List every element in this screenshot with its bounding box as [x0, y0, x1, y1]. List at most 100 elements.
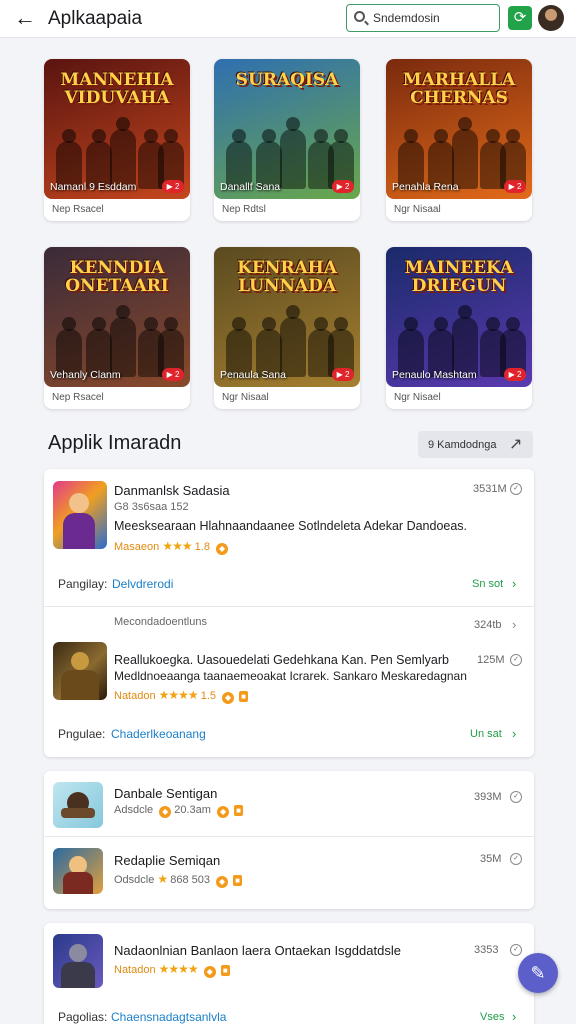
- app-rating: Masaeon ★★★ 1.8 ◆: [114, 539, 229, 555]
- info-icon[interactable]: ✓: [510, 483, 522, 495]
- action-link[interactable]: Vses: [480, 1011, 504, 1023]
- section-filter-label: 9 Kamdodnga: [428, 439, 497, 451]
- platform-value[interactable]: Chaderlkeoanang: [111, 727, 206, 741]
- character-figure: [110, 305, 136, 377]
- tag-icon: ■: [234, 805, 243, 816]
- avatar[interactable]: [538, 5, 564, 31]
- game-card[interactable]: MANNEHIA VIDUVAHA Namanl 9 Esddam ▶ 2 Nep R…: [44, 59, 190, 221]
- game-subtitle: Nep Rsacel: [52, 392, 104, 403]
- info-icon[interactable]: ✓: [510, 654, 522, 666]
- chevron-right-icon[interactable]: ›: [512, 726, 516, 741]
- action-link[interactable]: Sn sot: [472, 578, 503, 590]
- back-arrow-icon[interactable]: ←: [12, 6, 38, 32]
- app-name[interactable]: Redaplie Semiqan: [114, 853, 220, 868]
- app-icon[interactable]: [53, 642, 107, 700]
- arrow-icon: ↗: [509, 436, 523, 453]
- game-logo: SURAQISA: [235, 70, 339, 90]
- info-icon[interactable]: ✓: [510, 791, 522, 803]
- platform-label: Pngulae:: [58, 727, 106, 741]
- search-box[interactable]: [346, 4, 500, 32]
- chevron-right-icon[interactable]: ›: [512, 576, 516, 591]
- game-logo: KENNDIA ONETAARI: [65, 258, 169, 296]
- app-meta: G8 3s6saa 152: [114, 501, 189, 513]
- game-thumbnail[interactable]: KENNDIA ONETAARI Vehanly Clanm ▶ 2: [44, 247, 190, 387]
- game-thumbnail[interactable]: KENRAHA LUNNADA Penaula Sana ▶ 2: [214, 247, 360, 387]
- chevron-right-icon[interactable]: ›: [512, 617, 516, 632]
- chevron-right-icon[interactable]: ›: [512, 1009, 516, 1024]
- app-icon[interactable]: [53, 848, 103, 894]
- app-icon[interactable]: [53, 782, 103, 828]
- game-thumbnail[interactable]: SURAQISA Danallf Sana ▶ 2: [214, 59, 360, 199]
- app-description: Meesksearaan Hlahnaandaanee Sotlndeleta …: [114, 519, 468, 533]
- game-art: [394, 117, 526, 189]
- app-name[interactable]: Reallukoegka. Uasouedelati Gedehkana Kan…: [114, 653, 449, 667]
- app-icon[interactable]: [53, 934, 103, 988]
- play-button[interactable]: ▶ 2: [162, 368, 184, 381]
- game-art: [52, 117, 184, 189]
- badge-icon: ◆: [216, 876, 229, 888]
- info-icon[interactable]: ✓: [510, 853, 522, 865]
- search-icon: [354, 11, 365, 22]
- group-label: Mecondadoentluns: [114, 616, 207, 628]
- app-list-panel: Danbale Sentigan Adsdcle ◆ 20.3am ◆ ■ 39…: [44, 771, 534, 909]
- platform-value[interactable]: Delvdrerodi: [112, 577, 173, 591]
- search-input[interactable]: [373, 9, 495, 27]
- play-button[interactable]: ▶ 2: [504, 368, 526, 381]
- star-icon: ★: [157, 872, 168, 886]
- app-name[interactable]: Danmanlsk Sadasia: [114, 483, 230, 498]
- play-button[interactable]: ▶ 2: [332, 180, 354, 193]
- info-icon[interactable]: ✓: [510, 944, 522, 956]
- badge-icon: ◆: [217, 806, 230, 818]
- rating-source: Natadon: [114, 964, 156, 976]
- game-card[interactable]: KENNDIA ONETAARI Vehanly Clanm ▶ 2 Nep Rsac…: [44, 247, 190, 409]
- platform-label: Pangilay:: [58, 577, 108, 591]
- game-thumbnail[interactable]: MAINEEKA DRIEGUN Penaulo Mashtam ▶ 2: [386, 247, 532, 387]
- play-button[interactable]: ▶ 2: [332, 368, 354, 381]
- game-art: [222, 305, 354, 377]
- game-thumbnail[interactable]: MANNEHIA VIDUVAHA Namanl 9 Esddam ▶ 2: [44, 59, 190, 199]
- edit-icon[interactable]: ✎: [518, 953, 558, 993]
- play-button[interactable]: ▶ 2: [162, 180, 184, 193]
- app-size: 35M: [480, 853, 502, 865]
- badge-icon: ◆: [159, 806, 172, 818]
- section-title: Applik Imaradn: [48, 432, 182, 454]
- refresh-icon[interactable]: ⟳: [508, 6, 532, 30]
- app-size: 3531M: [473, 483, 507, 495]
- section-filter-button[interactable]: 9 Kamdodnga ↗: [418, 431, 533, 458]
- character-figure: [280, 305, 306, 377]
- app-size: 125M: [477, 654, 505, 666]
- star-rating-icon: ★★★: [162, 539, 192, 553]
- game-card[interactable]: MARHALLA CHERNAS Penahla Rena ▶ 2 Ngr Nisaa…: [386, 59, 532, 221]
- game-logo: MARHALLA CHERNAS: [402, 70, 516, 108]
- app-size: 393M: [474, 791, 502, 803]
- game-card[interactable]: SURAQISA Danallf Sana ▶ 2 Nep Rdtsl: [214, 59, 360, 221]
- game-card[interactable]: KENRAHA LUNNADA Penaula Sana ▶ 2 Ngr Nisaal: [214, 247, 360, 409]
- character-figure: [280, 117, 306, 189]
- play-button[interactable]: ▶ 2: [504, 180, 526, 193]
- page-title: Aplkaapaia: [48, 8, 143, 29]
- game-logo: MAINEEKA DRIEGUN: [404, 258, 514, 296]
- app-meta: Odsdcle ★ 868 503 ◆ ■: [114, 872, 242, 888]
- game-subtitle: Nep Rsacel: [52, 204, 104, 215]
- app-rating: Natadon ★★★★ ◆ ■: [114, 962, 230, 978]
- rating-value: 1.5: [200, 690, 217, 702]
- app-downloads: 20.3am: [174, 804, 211, 816]
- platform-value[interactable]: Chaensnadagtsanlvla: [111, 1010, 226, 1024]
- game-subtitle: Ngr Nisael: [394, 392, 441, 403]
- rating-source: Natadon: [114, 690, 156, 702]
- divider: [44, 606, 534, 607]
- game-thumbnail[interactable]: MARHALLA CHERNAS Penahla Rena ▶ 2: [386, 59, 532, 199]
- app-icon[interactable]: [53, 481, 107, 549]
- star-rating-icon: ★★★★: [158, 688, 199, 702]
- tag-icon: ■: [239, 691, 249, 702]
- app-name[interactable]: Danbale Sentigan: [114, 786, 217, 801]
- game-logo: MANNEHIA VIDUVAHA: [60, 70, 174, 108]
- action-link[interactable]: Un sat: [470, 728, 502, 740]
- app-category: Adsdcle: [114, 804, 154, 816]
- app-name[interactable]: Nadaonlnian Banlaon laera Ontaekan Isgdd…: [114, 943, 401, 958]
- rating-value: 1.8: [194, 541, 210, 553]
- divider: [44, 836, 534, 837]
- game-card[interactable]: MAINEEKA DRIEGUN Penaulo Mashtam ▶ 2 Ngr Ni…: [386, 247, 532, 409]
- game-art: [222, 117, 354, 189]
- top-bar: ← Aplkaapaia ⟳: [0, 0, 576, 38]
